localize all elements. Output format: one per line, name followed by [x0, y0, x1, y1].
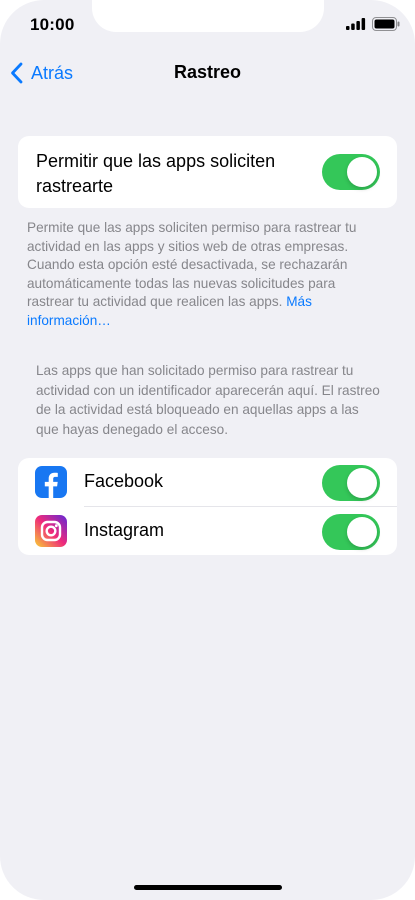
- apps-section-header: Las apps que han solicitado permiso para…: [36, 363, 380, 437]
- app-name: Facebook: [84, 471, 164, 491]
- instagram-tracking-toggle[interactable]: [322, 514, 380, 550]
- app-name: Instagram: [84, 520, 165, 540]
- allow-tracking-label: Permitir que las apps soliciten rastrear…: [36, 151, 276, 196]
- notch: [92, 0, 324, 32]
- signal-icon: [346, 18, 366, 30]
- toggle-knob: [347, 157, 377, 187]
- home-indicator[interactable]: [134, 885, 282, 890]
- battery-icon: [372, 17, 400, 31]
- allow-tracking-toggle[interactable]: [322, 154, 380, 190]
- facebook-tracking-toggle[interactable]: [322, 465, 380, 501]
- status-time: 10:00: [30, 15, 75, 34]
- tracking-footnote: Permite que las apps soliciten permiso p…: [27, 219, 382, 330]
- instagram-icon: [35, 515, 67, 547]
- list-item-facebook: Facebook: [18, 458, 397, 507]
- facebook-icon: [35, 466, 67, 498]
- phone-screen: 10:00 Atrás Rastreo Permitir que las app…: [0, 0, 415, 900]
- list-item-instagram: Instagram: [18, 507, 397, 555]
- apps-list-card: Facebook Instagram: [18, 458, 397, 555]
- toggle-knob: [347, 517, 377, 547]
- tracking-setting-card: Permitir que las apps soliciten rastrear…: [18, 136, 397, 208]
- toggle-knob: [347, 468, 377, 498]
- page-title: Rastreo: [173, 62, 242, 82]
